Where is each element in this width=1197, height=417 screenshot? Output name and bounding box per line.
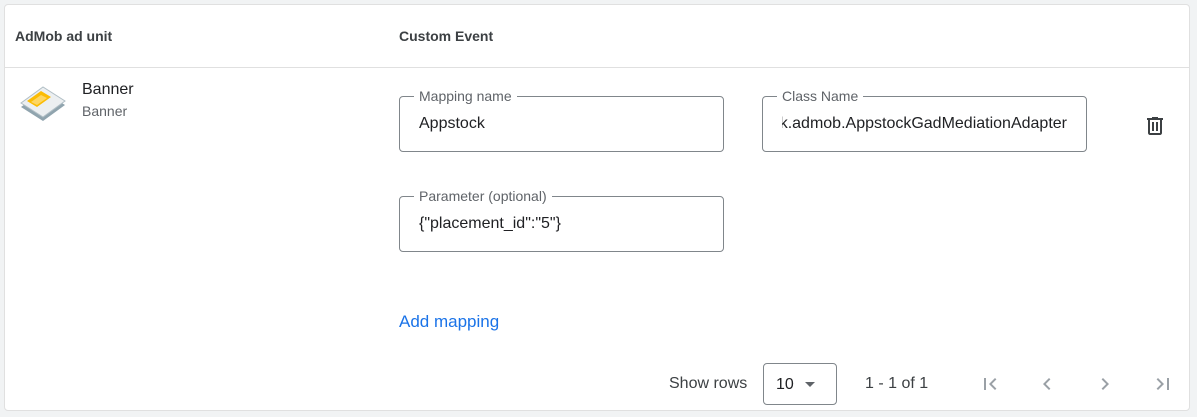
parameter-value[interactable]: {"placement_id":"5"}	[419, 215, 704, 233]
pagination-range: 1 - 1 of 1	[865, 375, 929, 392]
table-header: AdMob ad unit Custom Event	[5, 5, 1189, 68]
mapping-name-value[interactable]: Appstock	[419, 115, 704, 133]
chevron-down-icon	[805, 382, 815, 387]
column-header-custom-event: Custom Event	[399, 28, 494, 44]
column-header-ad-unit: AdMob ad unit	[15, 28, 113, 44]
last-page-icon[interactable]	[1151, 372, 1175, 396]
ad-unit-name: Banner	[82, 81, 134, 98]
show-rows-label: Show rows	[669, 375, 748, 392]
add-mapping-button[interactable]: Add mapping	[399, 312, 499, 332]
next-page-icon[interactable]	[1093, 372, 1117, 396]
class-name-value[interactable]: com.appstock.sdk.admob.AppstockGadMediat…	[782, 115, 1067, 133]
mapping-name-field[interactable]: Mapping name Appstock	[399, 88, 724, 152]
rows-per-page-select[interactable]: 10	[763, 363, 837, 405]
parameter-field[interactable]: Parameter (optional) {"placement_id":"5"…	[399, 188, 724, 252]
ad-unit-format: Banner	[82, 103, 128, 119]
mapping-name-label: Mapping name	[414, 88, 517, 104]
trash-icon[interactable]	[1143, 114, 1167, 138]
previous-page-icon[interactable]	[1035, 372, 1059, 396]
parameter-label: Parameter (optional)	[414, 188, 552, 204]
class-name-field[interactable]: Class Name com.appstock.sdk.admob.Appsto…	[762, 88, 1087, 152]
mapping-table-card: AdMob ad unit Custom Event Banner Banner…	[4, 4, 1190, 411]
first-page-icon[interactable]	[978, 372, 1002, 396]
rows-per-page-value: 10	[776, 376, 794, 393]
class-name-label: Class Name	[777, 88, 864, 104]
banner-ad-icon	[20, 86, 66, 121]
